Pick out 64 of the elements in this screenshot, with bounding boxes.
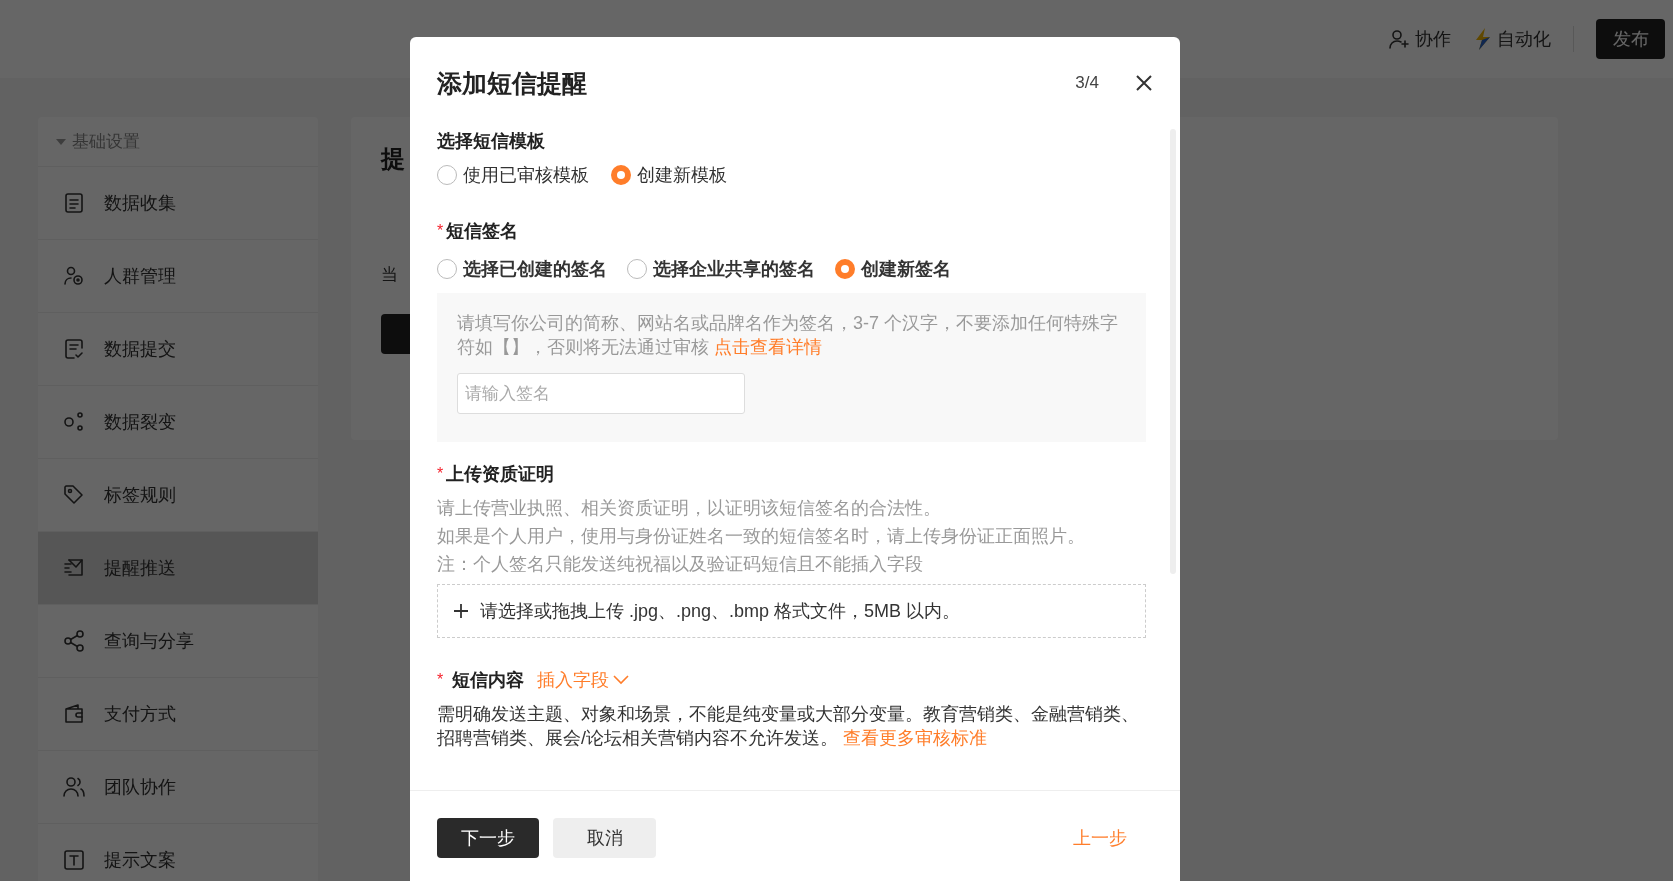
team-icon (62, 775, 86, 799)
signature-hint: 请填写你公司的简称、网站名或品牌名作为签名，3-7 个汉字，不要添加任何特殊字符如【】，否则将无法通过审核 点击查看详情 (457, 312, 1120, 359)
chevron-down-icon (613, 675, 630, 685)
section-label: 短信内容 (452, 669, 525, 692)
text-icon (62, 848, 86, 872)
radio-icon[interactable] (611, 165, 631, 185)
item-label: 人群管理 (104, 265, 176, 288)
tag-icon (62, 483, 86, 507)
document-icon (62, 191, 86, 215)
sidebar-item[interactable]: 提醒推送 (38, 532, 318, 605)
item-label: 查询与分享 (104, 630, 194, 653)
add-user-icon (1387, 27, 1411, 51)
nodes-icon (62, 410, 86, 434)
item-label: 提醒推送 (104, 557, 176, 580)
item-label: 提示文案 (104, 849, 176, 872)
radio-icon[interactable] (437, 259, 457, 279)
note-text: 如果是个人用户，使用与身份证姓名一致的短信签名时，请上传身份证正面照片。 (437, 525, 1086, 548)
people-icon (62, 264, 86, 288)
required-mark: * (437, 222, 444, 240)
card-text: 当 (381, 264, 398, 286)
radio-option[interactable]: 选择企业共享的签名 (627, 257, 815, 281)
card-title: 提 (381, 144, 405, 174)
details-link[interactable]: 点击查看详情 (714, 337, 822, 357)
item-label: 团队协作 (104, 776, 176, 799)
lightning-icon (1473, 27, 1493, 51)
collaborate-button[interactable]: 协作 (1387, 27, 1451, 51)
dialog-title: 添加短信提醒 (437, 67, 587, 99)
section-label: 短信签名 (446, 220, 519, 243)
item-label: 数据提交 (104, 338, 176, 361)
plus-icon (454, 604, 468, 618)
radio-option[interactable]: 选择已创建的签名 (437, 257, 607, 281)
step-counter: 3/4 (1075, 73, 1099, 93)
radio-icon[interactable] (627, 259, 647, 279)
publish-button[interactable]: 发布 (1596, 19, 1665, 59)
item-label: 数据收集 (104, 192, 176, 215)
standards-link[interactable]: 查看更多审核标准 (843, 728, 988, 748)
automation-button[interactable]: 自动化 (1473, 27, 1551, 51)
required-mark: * (437, 671, 444, 689)
required-mark: * (437, 465, 444, 483)
upload-area[interactable]: 请选择或拖拽上传 .jpg、.png、.bmp 格式文件，5MB 以内。 (437, 584, 1146, 638)
close-button[interactable] (1135, 74, 1153, 92)
radio-icon[interactable] (437, 165, 457, 185)
note-text: 请上传营业执照、相关资质证明，以证明该短信签名的合法性。 (437, 497, 942, 520)
insert-field-dropdown[interactable]: 插入字段 (537, 668, 630, 692)
section-label: 上传资质证明 (446, 463, 555, 486)
section-label: 选择短信模板 (437, 130, 545, 153)
share-icon (62, 629, 86, 653)
radio-option[interactable]: 使用已审核模板 (437, 163, 589, 187)
note-text: 注：个人签名只能发送纯祝福以及验证码短信且不能插入字段 (437, 553, 924, 576)
upload-hint: 请选择或拖拽上传 .jpg、.png、.bmp 格式文件，5MB 以内。 (480, 600, 961, 623)
item-label: 支付方式 (104, 703, 176, 726)
signature-input[interactable]: 请输入签名 (457, 373, 745, 414)
wallet-icon (62, 702, 86, 726)
item-label: 标签规则 (104, 484, 176, 507)
content-note: 需明确发送主题、对象和场景，不能是纯变量或大部分变量。教育营销类、金融营销类、招聘营销类、展会/论坛相关营销内容不允许发送。 查看更多审核标准 (437, 703, 1140, 750)
submit-icon (62, 337, 86, 361)
radio-option[interactable]: 创建新模板 (611, 163, 727, 187)
radio-option[interactable]: 创建新签名 (835, 257, 951, 281)
previous-button[interactable]: 上一步 (1067, 818, 1133, 858)
item-label: 数据裂变 (104, 411, 176, 434)
radio-icon[interactable] (835, 259, 855, 279)
caret-icon[interactable] (56, 136, 66, 147)
next-button[interactable]: 下一步 (437, 818, 539, 858)
cancel-button[interactable]: 取消 (553, 818, 656, 858)
